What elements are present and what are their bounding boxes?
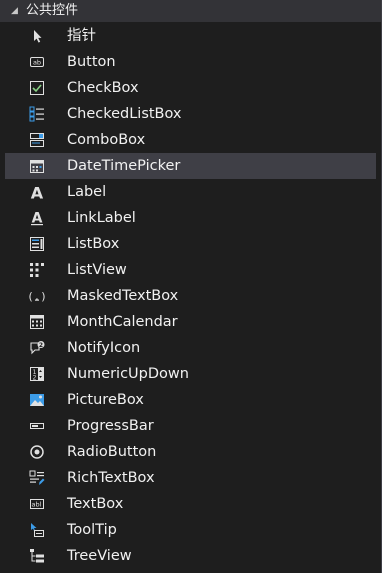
toolbox-item-label: NumericUpDown — [67, 366, 189, 382]
toolbox-item-numericupdown[interactable]: 1 2 NumericUpDown — [0, 361, 381, 387]
group-title: 公共控件 — [26, 3, 79, 18]
rich-textbox-icon — [29, 470, 45, 486]
toolbox-item-label: Button — [67, 54, 116, 70]
toolbox-item-label: CheckBox — [67, 80, 139, 96]
svg-text:A: A — [32, 211, 43, 227]
toolbox-item-checkedlistbox[interactable]: CheckedListBox — [0, 101, 381, 127]
toolbox-item-listbox[interactable]: ListBox — [0, 231, 381, 257]
toolbox-item-label: CheckedListBox — [67, 106, 182, 122]
toolbox-item-label-control[interactable]: A Label — [0, 179, 381, 205]
radio-button-icon — [29, 444, 45, 460]
toolbox-item-linklabel[interactable]: A LinkLabel — [0, 205, 381, 231]
toolbox-item-tooltip[interactable]: ToolTip — [0, 517, 381, 543]
toolbox-item-label: NotifyIcon — [67, 340, 141, 356]
svg-text:abl: abl — [32, 501, 42, 509]
progress-bar-icon — [29, 418, 45, 434]
toolbox-item-richtextbox[interactable]: RichTextBox — [0, 465, 381, 491]
toolbox-item-label: MaskedTextBox — [67, 288, 179, 304]
toolbox-item-label: ToolTip — [67, 522, 117, 538]
listview-icon — [29, 262, 45, 278]
link-label-icon: A — [29, 210, 45, 226]
pointer-icon — [29, 28, 45, 44]
picture-box-icon — [29, 392, 45, 408]
toolbox-item-radiobutton[interactable]: RadioButton — [0, 439, 381, 465]
toolbox-item-label: ProgressBar — [67, 418, 154, 434]
month-calendar-icon — [29, 314, 45, 330]
checkbox-icon — [29, 80, 45, 96]
svg-text:A: A — [31, 184, 44, 200]
toolbox-item-label: DateTimePicker — [67, 158, 181, 174]
toolbox-item-treeview[interactable]: TreeView — [0, 543, 381, 569]
toolbox-item-notifyicon[interactable]: 2 NotifyIcon — [0, 335, 381, 361]
tooltip-icon — [29, 522, 45, 538]
toolbox-item-label: MonthCalendar — [67, 314, 178, 330]
toolbox-item-button[interactable]: ab Button — [0, 49, 381, 75]
datetime-picker-icon — [29, 158, 45, 174]
toolbox-panel: ◢ 公共控件 指针 ab Button CheckBox CheckedList… — [0, 0, 382, 573]
collapse-arrow-icon[interactable]: ◢ — [11, 0, 21, 22]
toolbox-item-label: Label — [67, 184, 107, 200]
masked-textbox-icon: (.) — [29, 288, 45, 304]
treeview-icon — [29, 548, 45, 564]
toolbox-item-combobox[interactable]: ComboBox — [0, 127, 381, 153]
toolbox-item-list: 指针 ab Button CheckBox CheckedListBox Com… — [0, 23, 381, 569]
svg-text:2: 2 — [33, 375, 37, 382]
toolbox-item-label: ComboBox — [67, 132, 146, 148]
svg-text:(.): (.) — [29, 290, 45, 303]
toolbox-item-label: ListBox — [67, 236, 120, 252]
toolbox-item-label: ListView — [67, 262, 127, 278]
checked-list-box-icon — [29, 106, 45, 122]
toolbox-item-maskedtextbox[interactable]: (.) MaskedTextBox — [0, 283, 381, 309]
svg-text:ab: ab — [33, 59, 41, 67]
toolbox-item-label: 指针 — [67, 28, 96, 44]
toolbox-item-label: RadioButton — [67, 444, 157, 460]
toolbox-item-monthcalendar[interactable]: MonthCalendar — [0, 309, 381, 335]
notify-icon-icon: 2 — [29, 340, 45, 356]
toolbox-item-pointer[interactable]: 指针 — [0, 23, 381, 49]
listbox-icon — [29, 236, 45, 252]
group-header-common-controls[interactable]: ◢ 公共控件 — [0, 0, 381, 22]
toolbox-item-datetimepicker[interactable]: DateTimePicker — [5, 153, 376, 179]
label-icon: A — [29, 184, 45, 200]
toolbox-item-label: TextBox — [67, 496, 124, 512]
combobox-icon — [29, 132, 45, 148]
toolbox-item-textbox[interactable]: abl TextBox — [0, 491, 381, 517]
toolbox-item-picturebox[interactable]: PictureBox — [0, 387, 381, 413]
toolbox-item-listview[interactable]: ListView — [0, 257, 381, 283]
button-icon: ab — [29, 54, 45, 70]
toolbox-item-label: PictureBox — [67, 392, 144, 408]
textbox-icon: abl — [29, 496, 45, 512]
svg-text:2: 2 — [39, 342, 43, 349]
toolbox-item-checkbox[interactable]: CheckBox — [0, 75, 381, 101]
toolbox-item-label: TreeView — [67, 548, 132, 564]
toolbox-item-progressbar[interactable]: ProgressBar — [0, 413, 381, 439]
toolbox-item-label: RichTextBox — [67, 470, 155, 486]
numeric-updown-icon: 1 2 — [29, 366, 45, 382]
toolbox-item-label: LinkLabel — [67, 210, 136, 226]
